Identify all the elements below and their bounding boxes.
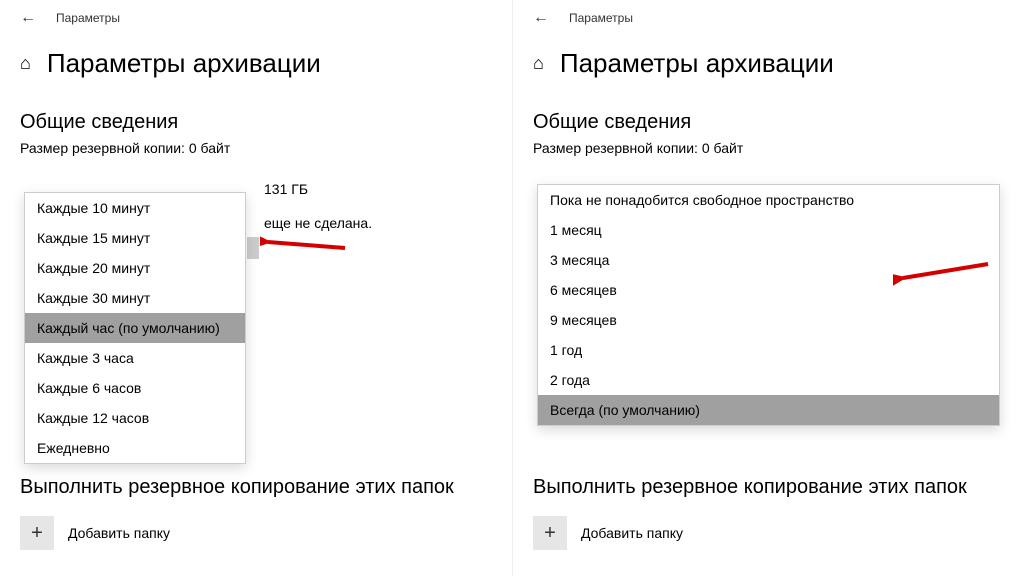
dropdown-button-stub[interactable] [247,237,259,259]
dropdown-item[interactable]: Каждые 3 часа [25,343,245,373]
left-settings-pane: ← Параметры ⌂ Параметры архивации Общие … [0,0,512,576]
page-header: ⌂ Параметры архивации [533,48,1004,79]
back-icon[interactable]: ← [533,10,549,26]
dropdown-item[interactable]: Каждые 30 минут [25,283,245,313]
page-header: ⌂ Параметры архивации [20,48,492,79]
keep-backups-dropdown[interactable]: Пока не понадобится свободное пространст… [537,184,1000,426]
dropdown-item[interactable]: Ежедневно [25,433,245,463]
add-folder-row[interactable]: + Добавить папку [20,516,170,550]
home-icon[interactable]: ⌂ [20,53,31,74]
section-folders-heading: Выполнить резервное копирование этих пап… [20,476,454,499]
dropdown-item[interactable]: 1 год [538,335,999,365]
backup-size-line: Размер резервной копии: 0 байт [533,140,1004,156]
plus-icon[interactable]: + [20,516,54,550]
dropdown-item[interactable]: Пока не понадобится свободное пространст… [538,185,999,215]
titlebar: ← Параметры [533,10,1004,26]
dropdown-item[interactable]: Каждые 6 часов [25,373,245,403]
dropdown-item[interactable]: 3 месяца [538,245,999,275]
titlebar-label: Параметры [569,11,633,25]
dropdown-item[interactable]: Каждые 20 минут [25,253,245,283]
backup-size-line: Размер резервной копии: 0 байт [20,140,492,156]
titlebar: ← Параметры [20,10,492,26]
titlebar-label: Параметры [56,11,120,25]
annotation-arrow-icon [260,228,350,258]
home-icon[interactable]: ⌂ [533,53,544,74]
section-overview-heading: Общие сведения [20,111,492,134]
status-line-fragment: еще не сделана. [264,215,372,231]
dropdown-item-selected[interactable]: Всегда (по умолчанию) [538,395,999,425]
add-folder-label: Добавить папку [581,525,683,541]
back-icon[interactable]: ← [20,10,36,26]
section-folders-heading: Выполнить резервное копирование этих пап… [533,476,967,499]
dropdown-item[interactable]: 9 месяцев [538,305,999,335]
dropdown-item[interactable]: Каждые 10 минут [25,193,245,223]
plus-icon[interactable]: + [533,516,567,550]
backup-frequency-dropdown[interactable]: Каждые 10 минут Каждые 15 минут Каждые 2… [24,192,246,464]
page-title: Параметры архивации [47,48,321,79]
dropdown-item[interactable]: 1 месяц [538,215,999,245]
right-settings-pane: ← Параметры ⌂ Параметры архивации Общие … [512,0,1024,576]
dropdown-item[interactable]: Каждые 15 минут [25,223,245,253]
dropdown-item[interactable]: 2 года [538,365,999,395]
page-title: Параметры архивации [560,48,834,79]
dropdown-item[interactable]: Каждые 12 часов [25,403,245,433]
add-folder-row[interactable]: + Добавить папку [533,516,683,550]
add-folder-label: Добавить папку [68,525,170,541]
section-overview-heading: Общие сведения [533,111,1004,134]
dropdown-item[interactable]: 6 месяцев [538,275,999,305]
dropdown-item-selected[interactable]: Каждый час (по умолчанию) [25,313,245,343]
storage-line-fragment: 131 ГБ [264,181,308,197]
